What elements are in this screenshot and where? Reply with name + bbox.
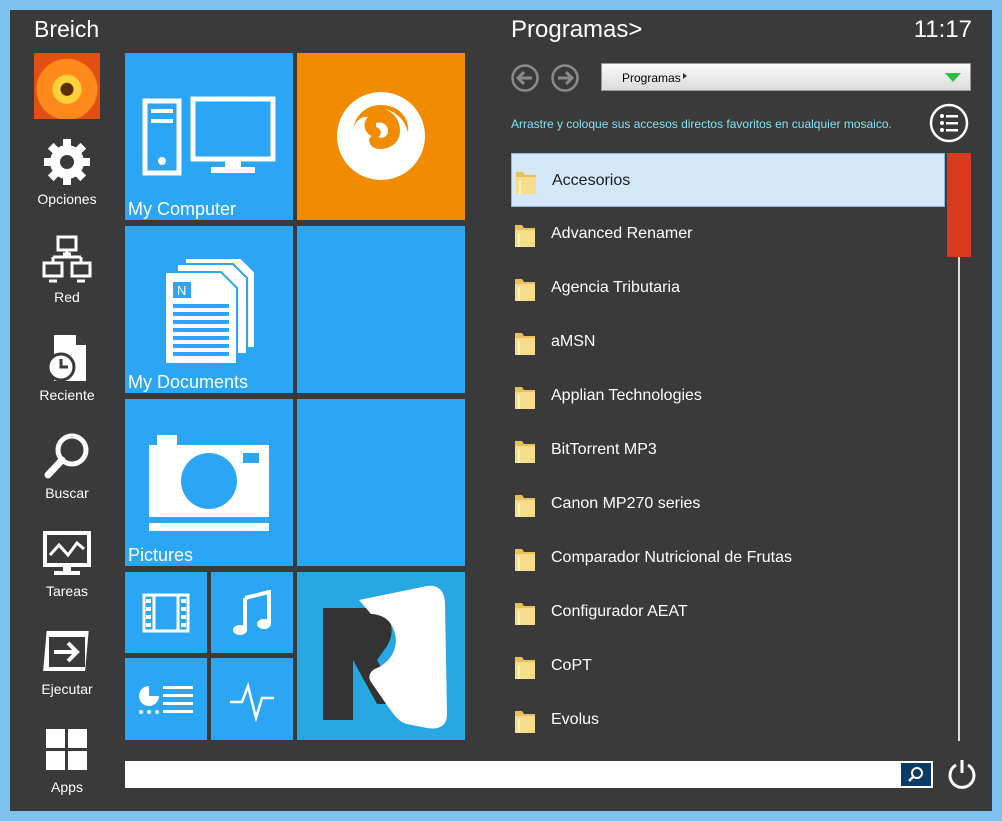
back-arrow-icon[interactable] xyxy=(511,64,539,92)
sidebar-item-label: Tareas xyxy=(45,583,89,599)
sidebar-item-tareas[interactable]: Tareas xyxy=(10,529,124,621)
path-breadcrumb-dropdown[interactable]: Programas xyxy=(601,63,971,91)
list-item[interactable]: Accesorios xyxy=(511,153,945,207)
list-item[interactable]: Comparador Nutricional de Frutas xyxy=(511,531,945,585)
sidebar-item-label: Buscar xyxy=(45,485,89,501)
search-button[interactable] xyxy=(901,763,931,786)
folder-icon xyxy=(515,711,535,733)
tile-pictures[interactable]: Pictures xyxy=(125,399,293,566)
folder-icon xyxy=(515,603,535,625)
search-input[interactable] xyxy=(125,761,933,788)
tile-video[interactable] xyxy=(125,572,207,653)
folder-icon xyxy=(515,441,535,463)
film-icon xyxy=(142,593,190,633)
search-icon xyxy=(44,433,89,479)
tile-label: My Documents xyxy=(128,372,249,392)
list-item[interactable]: CoPT xyxy=(511,639,945,693)
sidebar-item-reciente[interactable]: Reciente xyxy=(10,333,124,425)
sidebar-item-label: Reciente xyxy=(39,387,95,403)
list-view-icon[interactable] xyxy=(929,103,969,143)
app-r-logo-icon xyxy=(323,585,447,729)
forward-arrow-icon[interactable] xyxy=(551,64,579,92)
svg-text:N: N xyxy=(177,283,186,298)
list-item[interactable]: BitTorrent MP3 xyxy=(511,423,945,477)
list-item-label: Evolus xyxy=(551,711,600,728)
gear-icon xyxy=(44,139,90,185)
sidebar-item-label: Ejecutar xyxy=(41,681,93,697)
list-item[interactable]: Agencia Tributaria xyxy=(511,261,945,315)
list-item-label: CoPT xyxy=(551,657,592,674)
list-item[interactable]: Evolus xyxy=(511,693,945,747)
tile-my-documents[interactable]: N My Documents xyxy=(125,226,293,393)
network-icon xyxy=(42,235,92,283)
clock: 11:17 xyxy=(913,16,972,43)
music-icon xyxy=(233,590,271,635)
sidebar-item-red[interactable]: Red xyxy=(10,235,124,327)
list-item-label: Agencia Tributaria xyxy=(551,279,680,296)
tile-app-r[interactable] xyxy=(297,572,465,740)
tile-label: Pictures xyxy=(128,545,194,565)
breadcrumb-label: Programas xyxy=(622,71,681,85)
list-item[interactable]: Canon MP270 series xyxy=(511,477,945,531)
tile-empty[interactable] xyxy=(297,399,465,566)
list-item-label: Configurador AEAT xyxy=(551,603,688,620)
folder-icon xyxy=(515,495,535,517)
programs-title[interactable]: Programas> xyxy=(511,16,642,44)
tile-empty[interactable] xyxy=(297,226,465,393)
folder-icon xyxy=(515,657,535,679)
user-name: Breich xyxy=(34,16,100,42)
user-avatar[interactable] xyxy=(34,53,100,119)
folder-icon xyxy=(515,549,535,571)
list-item-label: Comparador Nutricional de Frutas xyxy=(551,549,792,566)
sidebar-item-label: Opciones xyxy=(37,191,97,207)
documents-icon: N xyxy=(164,257,256,365)
recent-icon xyxy=(46,335,86,382)
folder-icon xyxy=(515,225,535,247)
power-icon[interactable] xyxy=(946,757,978,789)
folder-icon xyxy=(515,279,535,301)
sidebar-item-apps[interactable]: Apps xyxy=(10,725,124,811)
list-item-label: Applian Technologies xyxy=(551,387,702,404)
chevron-down-icon[interactable] xyxy=(945,73,961,82)
tile-music[interactable] xyxy=(211,572,293,653)
sidebar-item-ejecutar[interactable]: Ejecutar xyxy=(10,627,124,719)
start-menu-window: Breich Opciones Red Reciente Buscar Tare… xyxy=(10,10,992,811)
list-item[interactable]: Applian Technologies xyxy=(511,369,945,423)
sidebar-item-label: Apps xyxy=(51,779,83,795)
run-icon xyxy=(43,631,89,671)
folder-icon xyxy=(516,172,536,194)
pulse-icon xyxy=(230,681,274,722)
breadcrumb-separator-icon xyxy=(683,73,687,79)
task-manager-icon xyxy=(43,531,91,575)
scrollbar-thumb[interactable] xyxy=(947,153,971,257)
computer-icon xyxy=(142,96,276,176)
tile-firefox[interactable] xyxy=(297,53,465,220)
folder-icon xyxy=(515,333,535,355)
firefox-icon xyxy=(337,92,425,180)
control-panel-icon xyxy=(139,686,193,714)
camera-icon xyxy=(149,435,269,531)
sidebar-item-label: Red xyxy=(54,289,80,305)
list-item-label: aMSN xyxy=(551,333,596,350)
list-item-label: Accesorios xyxy=(552,172,631,189)
tile-label: My Computer xyxy=(128,199,237,219)
list-item-label: BitTorrent MP3 xyxy=(551,441,657,458)
tile-my-computer[interactable]: My Computer xyxy=(125,53,293,220)
tile-control-panel[interactable] xyxy=(125,658,207,740)
list-item-label: Advanced Renamer xyxy=(551,225,693,242)
list-item-label: Canon MP270 series xyxy=(551,495,701,512)
hint-text: Arrastre y coloque sus accesos directos … xyxy=(511,117,892,131)
tile-activity[interactable] xyxy=(211,658,293,740)
list-item[interactable]: Advanced Renamer xyxy=(511,207,945,261)
list-item[interactable]: aMSN xyxy=(511,315,945,369)
search-icon xyxy=(908,767,923,782)
folder-icon xyxy=(515,387,535,409)
apps-grid-icon xyxy=(46,729,87,770)
sidebar-item-buscar[interactable]: Buscar xyxy=(10,431,124,523)
list-item[interactable]: Configurador AEAT xyxy=(511,585,945,639)
sidebar-item-opciones[interactable]: Opciones xyxy=(10,137,124,229)
